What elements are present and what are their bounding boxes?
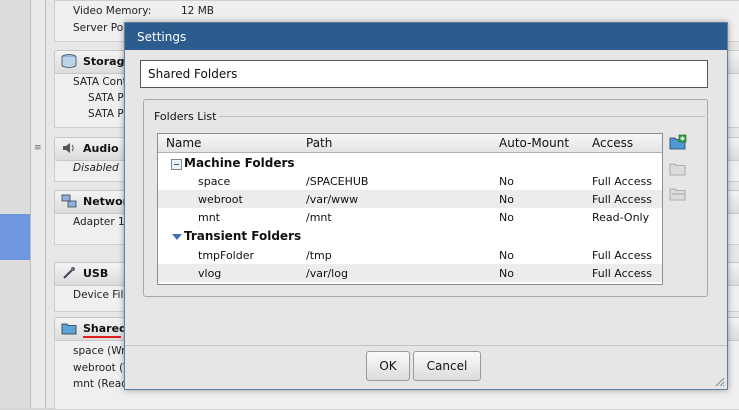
shared-folders-table[interactable]: Name Path Auto-Mount Access Machine Fold… — [157, 133, 663, 285]
table-row[interactable]: vlog /var/log No Full Access — [158, 264, 662, 282]
storage-line: SATA Contr — [73, 76, 132, 88]
cell-auto-mount: No — [499, 175, 514, 188]
remove-folder-icon[interactable] — [669, 185, 687, 201]
folder-icon — [61, 323, 77, 335]
cell-path: /tmp — [306, 249, 332, 262]
table-row[interactable]: mnt /mnt No Read-Only — [158, 208, 662, 226]
cancel-button[interactable]: Cancel — [413, 351, 481, 381]
table-row[interactable]: webroot /var/www No Full Access — [158, 190, 662, 208]
usb-title: USB — [83, 267, 109, 280]
table-row[interactable]: space /SPACEHUB No Full Access — [158, 172, 662, 190]
add-folder-icon[interactable] — [669, 134, 687, 150]
cell-auto-mount: No — [499, 267, 514, 280]
storage-line: SATA P — [88, 108, 124, 120]
video-memory-label: Video Memory: — [73, 5, 152, 17]
cell-access: Full Access — [592, 267, 652, 280]
expand-arrow-icon[interactable] — [172, 234, 182, 240]
splitter-grip-icon[interactable]: ≡ — [34, 143, 42, 153]
audio-title: Audio — [83, 142, 119, 155]
page-header: Shared Folders — [140, 60, 708, 88]
shared-line: space (Wr — [73, 345, 126, 357]
cell-name: tmpFolder — [198, 249, 255, 262]
cell-auto-mount: No — [499, 249, 514, 262]
shared-line: webroot (V — [73, 362, 131, 374]
cell-access: Full Access — [592, 249, 652, 262]
column-name[interactable]: Name — [166, 136, 201, 150]
usb-icon — [63, 267, 75, 279]
table-header: Name Path Auto-Mount Access — [158, 134, 662, 153]
cell-auto-mount: No — [499, 193, 514, 206]
table-row[interactable]: tmpFolder /tmp No Full Access — [158, 246, 662, 264]
cell-path: /SPACEHUB — [306, 175, 369, 188]
cell-name: vlog — [198, 267, 222, 280]
cell-path: /var/log — [306, 267, 348, 280]
ok-button[interactable]: OK — [366, 351, 410, 381]
storage-icon — [61, 54, 77, 68]
resize-grip-icon[interactable] — [713, 375, 725, 387]
cell-name: space — [198, 175, 231, 188]
dialog-title: Settings — [137, 30, 187, 44]
shared-title: Shared — [83, 322, 127, 335]
settings-dialog: Settings Shared Folders Folders List Nam… — [124, 22, 728, 390]
dialog-titlebar[interactable]: Settings — [125, 23, 727, 50]
column-path[interactable]: Path — [306, 136, 332, 150]
vm-list-scrollbar[interactable]: ≡ — [30, 0, 46, 408]
network-line: Adapter 1 — [73, 216, 125, 228]
collapse-icon[interactable] — [171, 159, 182, 170]
server-port-label: Server Por — [73, 22, 128, 34]
cell-name: mnt — [198, 211, 220, 224]
vm-list-panel — [0, 0, 30, 408]
usb-line: Device Filt — [73, 289, 128, 301]
network-icon — [61, 194, 77, 208]
audio-status: Disabled — [73, 162, 119, 174]
cell-auto-mount: No — [499, 211, 514, 224]
group-row-transient[interactable]: Transient Folders — [158, 227, 662, 245]
column-auto-mount[interactable]: Auto-Mount — [499, 136, 569, 150]
folders-list-label: Folders List — [152, 110, 219, 123]
cell-name: webroot — [198, 193, 243, 206]
cell-access: Full Access — [592, 193, 652, 206]
cell-path: /var/www — [306, 193, 359, 206]
group-divider — [219, 116, 705, 117]
cell-access: Full Access — [592, 175, 652, 188]
speaker-icon — [63, 143, 74, 153]
cell-path: /mnt — [306, 211, 332, 224]
group-label: Transient Folders — [184, 229, 302, 243]
group-row-machine[interactable]: Machine Folders — [158, 154, 662, 172]
shared-title-underline — [83, 336, 121, 338]
page-title: Shared Folders — [148, 67, 238, 81]
cell-access: Read-Only — [592, 211, 650, 224]
column-access[interactable]: Access — [592, 136, 633, 150]
storage-line: SATA P — [88, 92, 124, 104]
edit-folder-icon[interactable] — [669, 160, 687, 176]
vm-list-selected-item[interactable] — [0, 214, 30, 260]
video-memory-value: 12 MB — [181, 5, 214, 17]
network-title: Networ — [83, 195, 129, 208]
group-label: Machine Folders — [184, 156, 295, 170]
button-bar-separator — [125, 345, 727, 346]
